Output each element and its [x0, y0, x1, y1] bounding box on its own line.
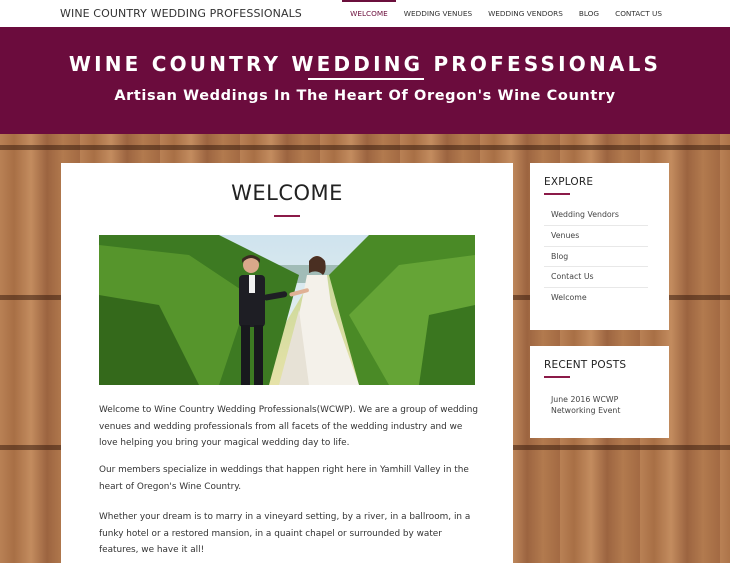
explore-link-list: Wedding Vendors Venues Blog Contact Us W…: [544, 205, 648, 309]
banner-subtitle: Artisan Weddings In The Heart Of Oregon'…: [114, 88, 616, 104]
header-banner: WINE COUNTRY WEDDING PROFESSIONALS Artis…: [0, 27, 730, 134]
banner-title-underline: [308, 78, 424, 80]
nav-item-contact-us[interactable]: CONTACT US: [607, 0, 730, 27]
recent-post-link[interactable]: June 2016 WCWP Networking Event: [551, 394, 651, 416]
hero-photo-vineyard-couple: [99, 235, 475, 385]
nav-item-welcome[interactable]: WELCOME: [342, 0, 396, 27]
explore-widget: EXPLORE Wedding Vendors Venues Blog Cont…: [530, 163, 669, 330]
nav-item-wedding-vendors[interactable]: WEDDING VENDORS: [480, 0, 571, 27]
page-title: WELCOME: [231, 181, 343, 205]
explore-link-contact-us[interactable]: Contact Us: [544, 267, 648, 289]
members-paragraph: Our members specialize in weddings that …: [99, 465, 469, 492]
explore-link-wedding-vendors[interactable]: Wedding Vendors: [544, 205, 648, 226]
explore-widget-title: EXPLORE: [544, 176, 594, 188]
title-divider: [274, 215, 300, 217]
top-nav-bar: WINE COUNTRY WEDDING PROFESSIONALS WELCO…: [0, 0, 730, 28]
recent-posts-widget: RECENT POSTS June 2016 WCWP Networking E…: [530, 346, 669, 438]
hero-photo-illustration: [99, 235, 475, 385]
banner-title: WINE COUNTRY WEDDING PROFESSIONALS: [68, 52, 662, 76]
explore-widget-divider: [544, 193, 570, 195]
main-nav: WELCOME WEDDING VENUES WEDDING VENDORS B…: [342, 0, 730, 27]
site-name-link[interactable]: WINE COUNTRY WEDDING PROFESSIONALS: [60, 7, 302, 20]
venues-paragraph: Whether your dream is to marry in a vine…: [99, 512, 471, 555]
nav-item-wedding-venues[interactable]: WEDDING VENUES: [396, 0, 480, 27]
intro-paragraph: Welcome to Wine Country Wedding Professi…: [99, 405, 478, 448]
main-content: WELCOME Welcome to Wine Country Wedding …: [61, 163, 513, 563]
explore-link-welcome[interactable]: Welcome: [544, 288, 648, 309]
recent-posts-widget-title: RECENT POSTS: [544, 359, 627, 371]
explore-link-venues[interactable]: Venues: [544, 226, 648, 247]
recent-posts-widget-divider: [544, 376, 570, 378]
explore-link-blog[interactable]: Blog: [544, 247, 648, 268]
nav-item-blog[interactable]: BLOG: [571, 0, 607, 27]
